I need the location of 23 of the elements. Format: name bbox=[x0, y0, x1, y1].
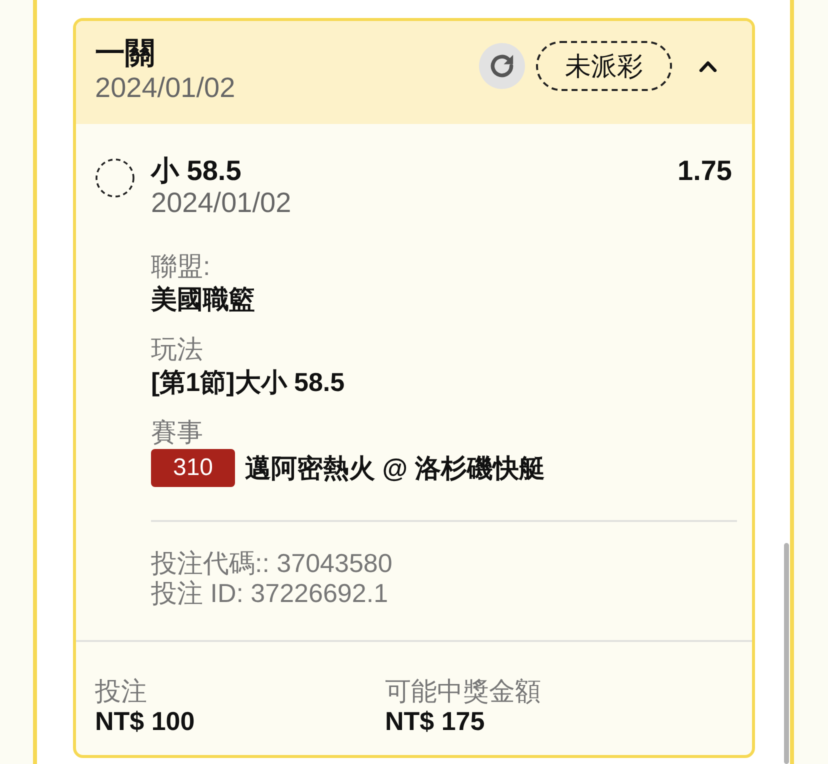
summary-label: 可能中獎金額 bbox=[385, 676, 541, 706]
selection-date: 2024/01/02 bbox=[151, 187, 292, 219]
bet-date: 2024/01/02 bbox=[95, 72, 236, 104]
detail-label: 聯盟: bbox=[151, 250, 212, 282]
event-code-tag: 310 bbox=[151, 449, 235, 487]
summary-label: 投注 bbox=[95, 676, 148, 706]
selection-name: 小 58.5 bbox=[151, 155, 242, 187]
detail-label: 玩法 bbox=[151, 333, 204, 365]
bet-code-text: 投注 ID: 37226692.1 bbox=[151, 578, 390, 608]
refresh-icon bbox=[488, 52, 516, 80]
detail-label: 賽事 bbox=[151, 416, 204, 448]
odds-value: 1.75 bbox=[678, 155, 732, 187]
refresh-button[interactable] bbox=[479, 43, 525, 89]
bet-type-title: 一關 bbox=[95, 36, 156, 72]
detail-value: 美國職籃 bbox=[151, 283, 256, 315]
summary-amount: NT$ 100 bbox=[95, 706, 196, 736]
detail-value: 邁阿密熱火 @ 洛杉磯快艇 bbox=[245, 452, 545, 484]
scrollbar-thumb[interactable] bbox=[784, 543, 789, 764]
dashed-circle-icon bbox=[95, 158, 135, 198]
status-badge: 未派彩 bbox=[536, 41, 672, 91]
detail-value: [第1節]大小 58.5 bbox=[151, 366, 346, 398]
summary-amount: NT$ 175 bbox=[385, 706, 486, 736]
bet-code-text: 投注代碼:: 37043580 bbox=[151, 548, 394, 578]
